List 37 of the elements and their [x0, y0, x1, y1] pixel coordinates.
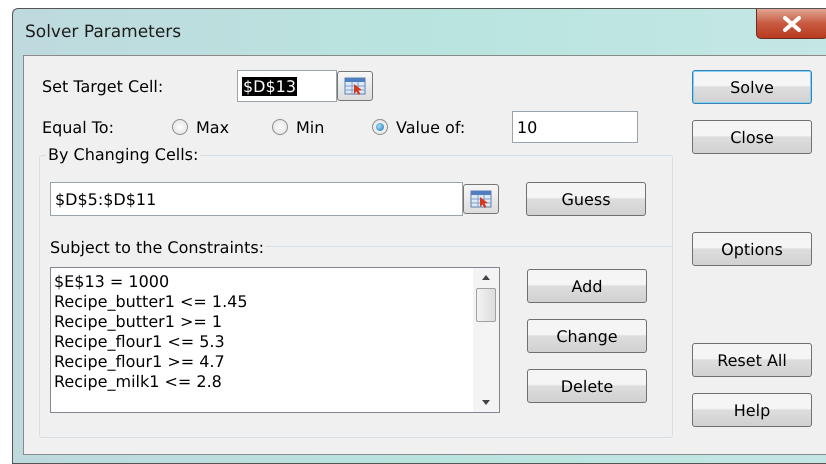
- constraint-item[interactable]: $E$13 = 1000: [54, 272, 470, 292]
- window-title: Solver Parameters: [25, 22, 182, 42]
- changing-cells-field[interactable]: $D$5:$D$11: [50, 182, 463, 216]
- scrollbar[interactable]: [473, 268, 499, 412]
- close-icon: [782, 16, 802, 32]
- dialog-button[interactable]: Options: [692, 232, 812, 266]
- radio-button[interactable]: Min: [272, 118, 372, 136]
- range-select-icon: [470, 190, 492, 208]
- target-cell-field[interactable]: $D$13: [237, 70, 337, 102]
- constraint-item[interactable]: Recipe_butter1 <= 1.45: [54, 292, 470, 312]
- constraint-item[interactable]: Recipe_flour1 >= 4.7: [54, 352, 470, 372]
- value-field[interactable]: 10: [512, 111, 638, 143]
- dialog-button[interactable]: Reset All: [692, 343, 812, 377]
- constraints-list[interactable]: $E$13 = 1000 Recipe_butter1 <= 1.45 Recipe_butter1 >= 1 Recipe_flour1 <= 5.3 Recipe_flour1 >= 4.7 Recipe_milk1 <= 2.8: [50, 267, 500, 413]
- collapse-dialog-button[interactable]: [337, 71, 373, 101]
- section-label: Subject to the Constraints:: [50, 238, 266, 257]
- field-label: Equal To:: [42, 118, 115, 136]
- constraint-item[interactable]: Recipe_butter1 >= 1: [54, 312, 470, 332]
- dialog-button[interactable]: Change: [527, 319, 647, 353]
- scroll-thumb[interactable]: [476, 288, 496, 322]
- field-label: Set Target Cell:: [42, 76, 164, 96]
- scroll-down-icon: [481, 400, 491, 406]
- range-select-icon: [344, 77, 366, 95]
- collapse-dialog-button[interactable]: [463, 184, 499, 214]
- close-button[interactable]: [756, 9, 826, 39]
- dialog-button[interactable]: Delete: [527, 369, 647, 403]
- dialog-button[interactable]: Close: [692, 120, 812, 154]
- radio-button[interactable]: Value of:: [372, 118, 512, 136]
- constraint-item[interactable]: Recipe_milk1 <= 2.8: [54, 372, 470, 392]
- constraint-item[interactable]: Recipe_flour1 <= 5.3: [54, 332, 470, 352]
- dialog-button[interactable]: Help: [692, 393, 812, 427]
- group-label: By Changing Cells:: [46, 145, 200, 164]
- guess-button[interactable]: Guess: [526, 182, 646, 216]
- dialog-button[interactable]: Solve: [692, 70, 812, 104]
- scroll-up-icon: [481, 274, 491, 280]
- radio-button[interactable]: Max: [172, 118, 272, 136]
- dialog-button[interactable]: Add: [527, 269, 647, 303]
